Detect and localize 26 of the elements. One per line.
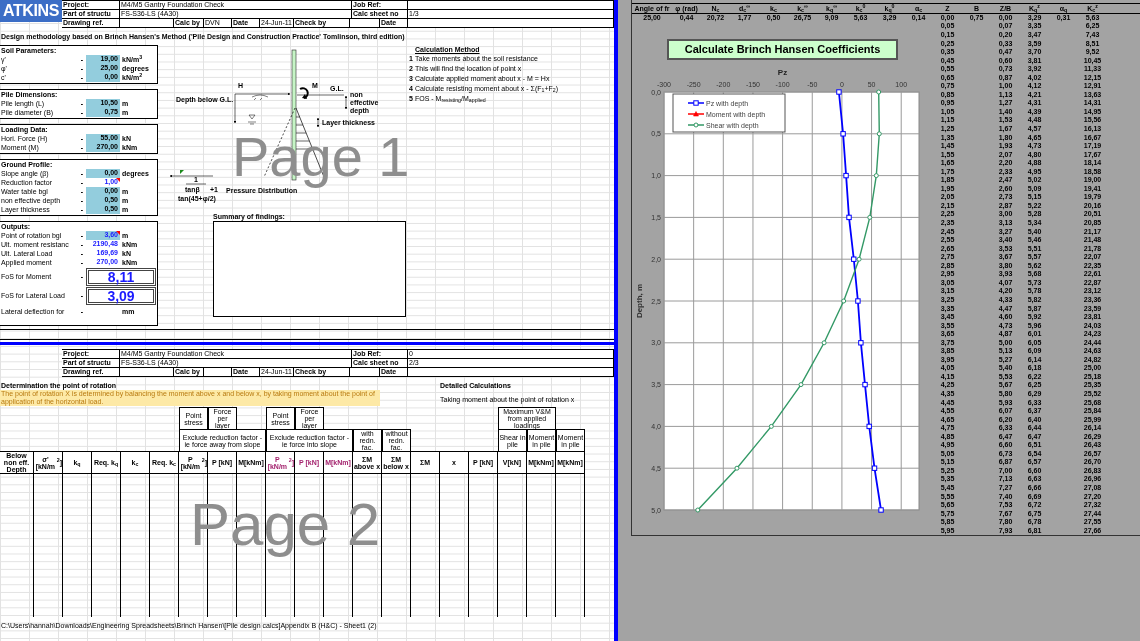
data-point	[694, 507, 700, 513]
chart-title: Pz	[777, 68, 788, 78]
data-point	[866, 215, 872, 221]
data-point	[842, 173, 849, 179]
data-point	[876, 131, 882, 137]
data-point	[835, 89, 842, 95]
data-point	[768, 424, 774, 430]
data-point	[854, 298, 861, 304]
data-point	[871, 465, 877, 472]
data-point	[866, 423, 872, 430]
data-point	[845, 214, 852, 221]
logo: ATKINS	[0, 0, 62, 22]
data-point	[877, 507, 884, 513]
calculate-button[interactable]: Calculate Brinch Hansen Coefficients	[667, 39, 898, 61]
data-point	[861, 382, 868, 388]
axis-title: Depth, m	[634, 284, 644, 319]
data-point	[839, 131, 846, 137]
data-point	[798, 382, 803, 388]
data-point	[840, 298, 846, 304]
data-point	[857, 340, 864, 346]
result-value: 3,09	[86, 286, 156, 305]
result-value: 8,11	[86, 267, 156, 286]
data-point	[821, 340, 827, 346]
data-point	[873, 173, 879, 179]
data-point	[733, 465, 739, 471]
data-point	[875, 89, 881, 95]
